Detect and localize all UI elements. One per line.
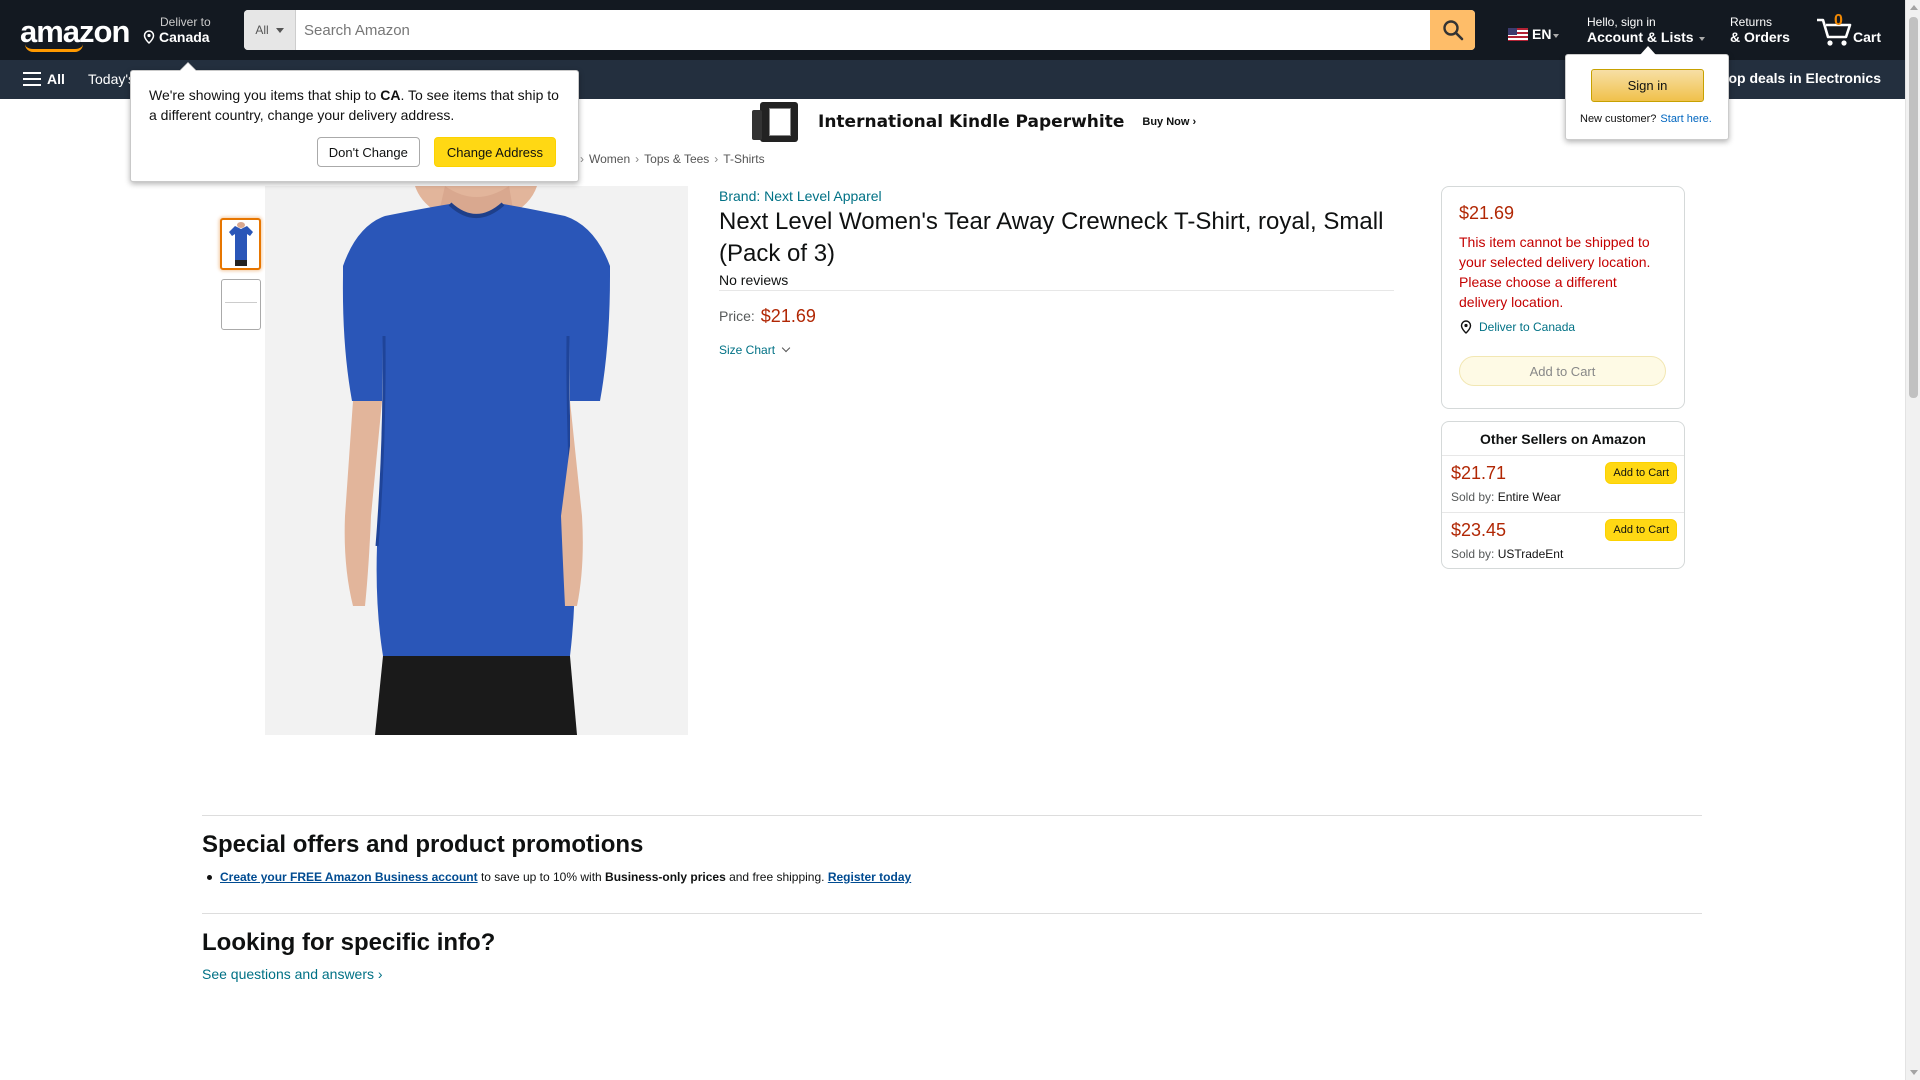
seller-row: $23.45 Sold by: USTradeEnt Add to Cart xyxy=(1442,513,1684,570)
product-title: Next Level Women's Tear Away Crewneck T-… xyxy=(719,208,1384,267)
seller-row: $21.71 Sold by: Entire Wear Add to Cart xyxy=(1442,456,1684,513)
chevron-right-icon: › xyxy=(635,152,640,166)
thumbnail[interactable] xyxy=(221,279,261,330)
questions-answers-link[interactable]: See questions and answers › xyxy=(202,966,383,982)
deliver-country: Canada xyxy=(159,29,210,45)
dont-change-button[interactable]: Don't Change xyxy=(316,137,420,167)
new-customer-text: New customer? Start here. xyxy=(1580,113,1712,125)
cart-label: Cart xyxy=(1853,29,1882,45)
location-pin-icon xyxy=(1460,320,1472,334)
seller-add-to-cart-button[interactable]: Add to Cart xyxy=(1605,462,1677,484)
sign-in-button[interactable]: Sign in xyxy=(1591,69,1704,102)
buybox-price: $21.69 xyxy=(1459,203,1515,223)
search-bar: All xyxy=(244,10,1475,50)
register-today-link[interactable]: Register today xyxy=(828,870,911,884)
seller-sold-by: Sold by: USTradeEnt xyxy=(1451,547,1564,561)
tshirt-thumbnail-image xyxy=(228,222,253,266)
breadcrumb-item[interactable]: Tops & Tees xyxy=(644,152,709,166)
caret-down-icon xyxy=(1699,37,1706,41)
cart-count: 0 xyxy=(1834,12,1843,29)
popover-message: We're showing you items that ship to CA.… xyxy=(149,87,559,123)
change-address-button[interactable]: Change Address xyxy=(433,137,556,167)
kindle-device-icon xyxy=(752,102,798,142)
info-heading: Looking for specific info? xyxy=(202,929,496,956)
breadcrumb-item[interactable]: Women xyxy=(589,152,630,166)
deliver-to-location[interactable]: Deliver to Canada xyxy=(142,15,211,45)
offer-item: Create your FREE Amazon Business account… xyxy=(206,870,912,884)
buy-box: $21.69 This item cannot be shipped to yo… xyxy=(1441,186,1685,409)
scroll-up-arrow-icon[interactable] xyxy=(1910,5,1918,10)
account-lists-menu[interactable]: Hello, sign in Account & Lists xyxy=(1587,15,1706,45)
scroll-down-arrow-icon[interactable] xyxy=(1910,1070,1918,1075)
kindle-banner[interactable]: International Kindle Paperwhite Buy Now … xyxy=(752,102,1197,142)
cart-button[interactable]: 0 Cart xyxy=(1815,12,1890,48)
offers-heading: Special offers and product promotions xyxy=(202,831,644,858)
breadcrumb: › Women › Tops & Tees › T-Shirts xyxy=(580,152,770,166)
delivery-address-popover: We're showing you items that ship to CA.… xyxy=(130,62,579,182)
seller-sold-by: Sold by: Entire Wear xyxy=(1451,490,1561,504)
banner-buy-now: Buy Now › xyxy=(1142,116,1197,128)
chevron-right-icon: › xyxy=(580,152,584,166)
add-to-cart-button-disabled[interactable]: Add to Cart xyxy=(1459,356,1666,386)
us-flag-icon xyxy=(1508,28,1528,41)
other-sellers-box: Other Sellers on Amazon $21.71 Sold by: … xyxy=(1441,421,1685,569)
price-row: Price: $21.69 xyxy=(719,306,816,327)
returns-orders-link[interactable]: Returns & Orders xyxy=(1730,15,1790,45)
chevron-down-icon xyxy=(781,343,791,353)
banner-title: International Kindle Paperwhite xyxy=(818,112,1125,132)
top-navbar: amazon Deliver to Canada All EN Hello, s… xyxy=(0,0,1905,60)
business-account-link[interactable]: Create your FREE Amazon Business account xyxy=(220,870,478,884)
search-icon xyxy=(1442,20,1463,41)
seller-name[interactable]: Entire Wear xyxy=(1498,490,1561,504)
divider xyxy=(719,290,1394,291)
location-pin-icon xyxy=(143,30,155,44)
price-label: Price: xyxy=(719,308,755,324)
thumbnail-selected[interactable] xyxy=(220,218,261,270)
brand-link[interactable]: Brand: Next Level Apparel xyxy=(719,188,882,204)
scrollbar-thumb[interactable] xyxy=(1909,17,1918,398)
start-here-link[interactable]: Start here. xyxy=(1660,113,1711,125)
all-menu-button[interactable]: All xyxy=(23,71,65,87)
product-main-image[interactable] xyxy=(265,186,688,735)
size-chart-link[interactable]: Size Chart xyxy=(719,343,791,357)
shipping-warning: This item cannot be shipped to your sele… xyxy=(1459,234,1651,310)
seller-name[interactable]: USTradeEnt xyxy=(1498,547,1564,561)
page-scrollbar[interactable] xyxy=(1905,0,1920,1080)
electronics-deals-link[interactable]: Shop deals in Electronics xyxy=(1711,70,1881,86)
product-price: $21.69 xyxy=(760,306,816,326)
search-submit-button[interactable] xyxy=(1430,10,1475,50)
caret-down-icon xyxy=(275,27,284,33)
seller-price: $23.45 xyxy=(1451,520,1507,540)
seller-add-to-cart-button[interactable]: Add to Cart xyxy=(1605,519,1677,541)
chevron-right-icon: › xyxy=(714,152,719,166)
breadcrumb-item[interactable]: T-Shirts xyxy=(723,152,764,166)
reviews-status: No reviews xyxy=(719,272,789,288)
search-category-dropdown[interactable]: All xyxy=(244,10,296,50)
signin-flyout: Sign in New customer? Start here. xyxy=(1565,46,1729,140)
other-sellers-header: Other Sellers on Amazon xyxy=(1442,422,1684,456)
section-divider xyxy=(202,913,1702,914)
hamburger-icon xyxy=(23,72,41,86)
section-divider xyxy=(202,815,1702,816)
logo-smile-icon xyxy=(25,44,83,52)
tshirt-model-image xyxy=(265,186,688,735)
search-input[interactable] xyxy=(296,10,1430,50)
seller-price: $21.71 xyxy=(1451,463,1507,483)
deliver-to-link[interactable]: Deliver to Canada xyxy=(1459,320,1667,334)
language-selector[interactable]: EN xyxy=(1508,26,1560,42)
caret-down-icon xyxy=(1553,34,1560,38)
